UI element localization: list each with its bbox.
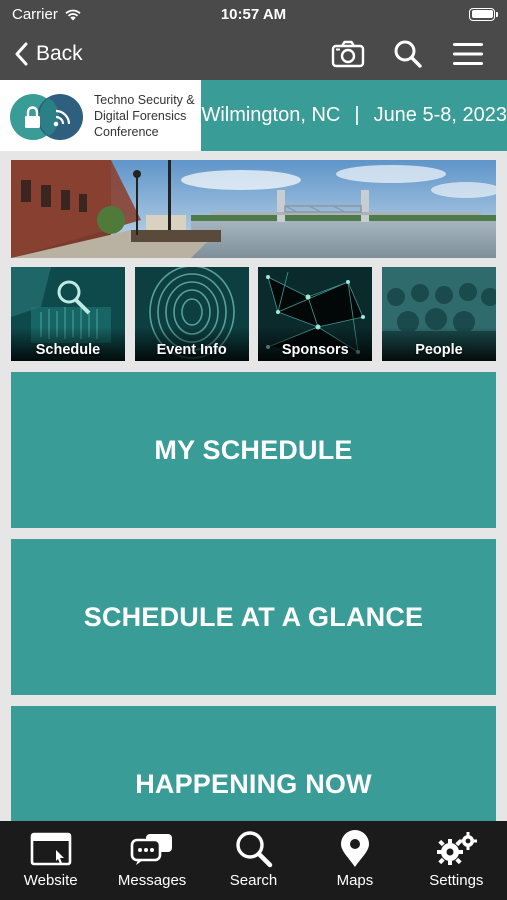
tab-maps-label: Maps xyxy=(336,872,374,889)
search-button[interactable] xyxy=(391,37,425,71)
map-pin-icon xyxy=(339,830,371,868)
status-left: Carrier xyxy=(12,6,82,23)
tab-website[interactable]: Website xyxy=(0,821,101,900)
status-right xyxy=(469,7,498,21)
menu-button[interactable] xyxy=(451,37,485,71)
schedule-at-a-glance-button[interactable]: SCHEDULE AT A GLANCE xyxy=(11,539,496,695)
tab-search-label: Search xyxy=(229,872,278,889)
conference-logo: Techno Security & Digital Forensics Conf… xyxy=(0,80,202,151)
carrier-label: Carrier xyxy=(12,5,58,23)
status-bar: Carrier 10:57 AM xyxy=(0,0,507,28)
tab-settings-label: Settings xyxy=(429,872,484,889)
chevron-left-icon xyxy=(15,42,28,66)
gears-icon xyxy=(434,830,478,868)
tab-settings[interactable]: Settings xyxy=(406,821,507,900)
tab-website-label: Website xyxy=(23,872,78,889)
back-button[interactable]: Back xyxy=(14,42,83,66)
browser-window-icon xyxy=(30,830,72,868)
menu-icon xyxy=(453,43,483,65)
nav-bar: Back xyxy=(0,28,507,80)
event-dates: June 5-8, 2023 xyxy=(373,104,507,126)
tab-messages[interactable]: Messages xyxy=(101,821,202,900)
tile-event-info[interactable]: Event Info xyxy=(134,267,249,361)
logo-text-line1: Techno Security & xyxy=(94,92,195,107)
waterfront-bridge-image xyxy=(11,160,496,258)
logo-text-line3: Conference xyxy=(94,124,159,139)
logo-text: Techno Security & Digital Forensics Conf… xyxy=(94,92,195,140)
event-info-strip: Wilmington, NC | June 5-8, 2023 xyxy=(201,80,507,151)
tile-schedule-label: Schedule xyxy=(35,342,101,358)
tab-messages-label: Messages xyxy=(117,872,187,889)
camera-button[interactable] xyxy=(331,37,365,71)
nav-actions xyxy=(331,37,485,71)
my-schedule-button[interactable]: MY SCHEDULE xyxy=(11,372,496,528)
logo-mark-icon xyxy=(10,93,83,140)
back-label: Back xyxy=(36,42,83,65)
tile-sponsors[interactable]: Sponsors xyxy=(258,267,373,361)
wifi-icon xyxy=(65,9,81,20)
hero-photo xyxy=(11,160,496,258)
logo-text-line2: Digital Forensics xyxy=(94,108,187,123)
search-icon xyxy=(394,40,422,68)
tile-sponsors-label: Sponsors xyxy=(281,342,349,358)
event-separator: | xyxy=(354,104,360,126)
battery-icon xyxy=(469,7,498,21)
camera-icon xyxy=(331,40,365,68)
tile-people[interactable]: People xyxy=(381,267,496,361)
tab-maps[interactable]: Maps xyxy=(304,821,405,900)
tile-schedule[interactable]: Schedule xyxy=(11,267,125,361)
quick-link-tiles: Schedule Event Info Sponsors People xyxy=(11,267,496,361)
tile-event-info-label: Event Info xyxy=(156,342,227,358)
event-location: Wilmington, NC xyxy=(201,104,341,126)
tab-bar: Website Messages Search Maps Settings xyxy=(0,821,507,900)
search-icon xyxy=(234,830,274,868)
chat-bubbles-icon xyxy=(130,830,174,868)
conference-banner: Techno Security & Digital Forensics Conf… xyxy=(0,80,507,151)
tab-search[interactable]: Search xyxy=(203,821,304,900)
tile-people-label: People xyxy=(415,342,463,358)
